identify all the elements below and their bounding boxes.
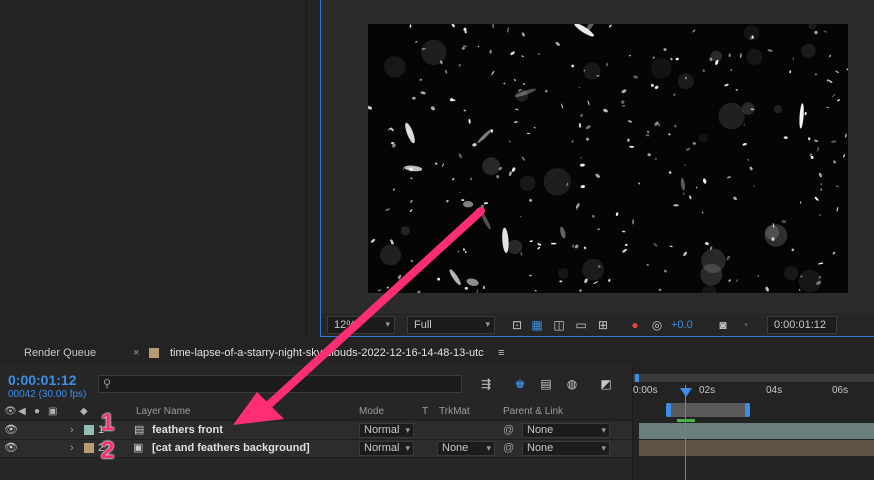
annotation-overlay: [233, 207, 485, 425]
annotation-number: 1: [101, 409, 115, 436]
annotation-arrow-line: [258, 207, 485, 415]
annotation-number: 2: [101, 437, 115, 464]
